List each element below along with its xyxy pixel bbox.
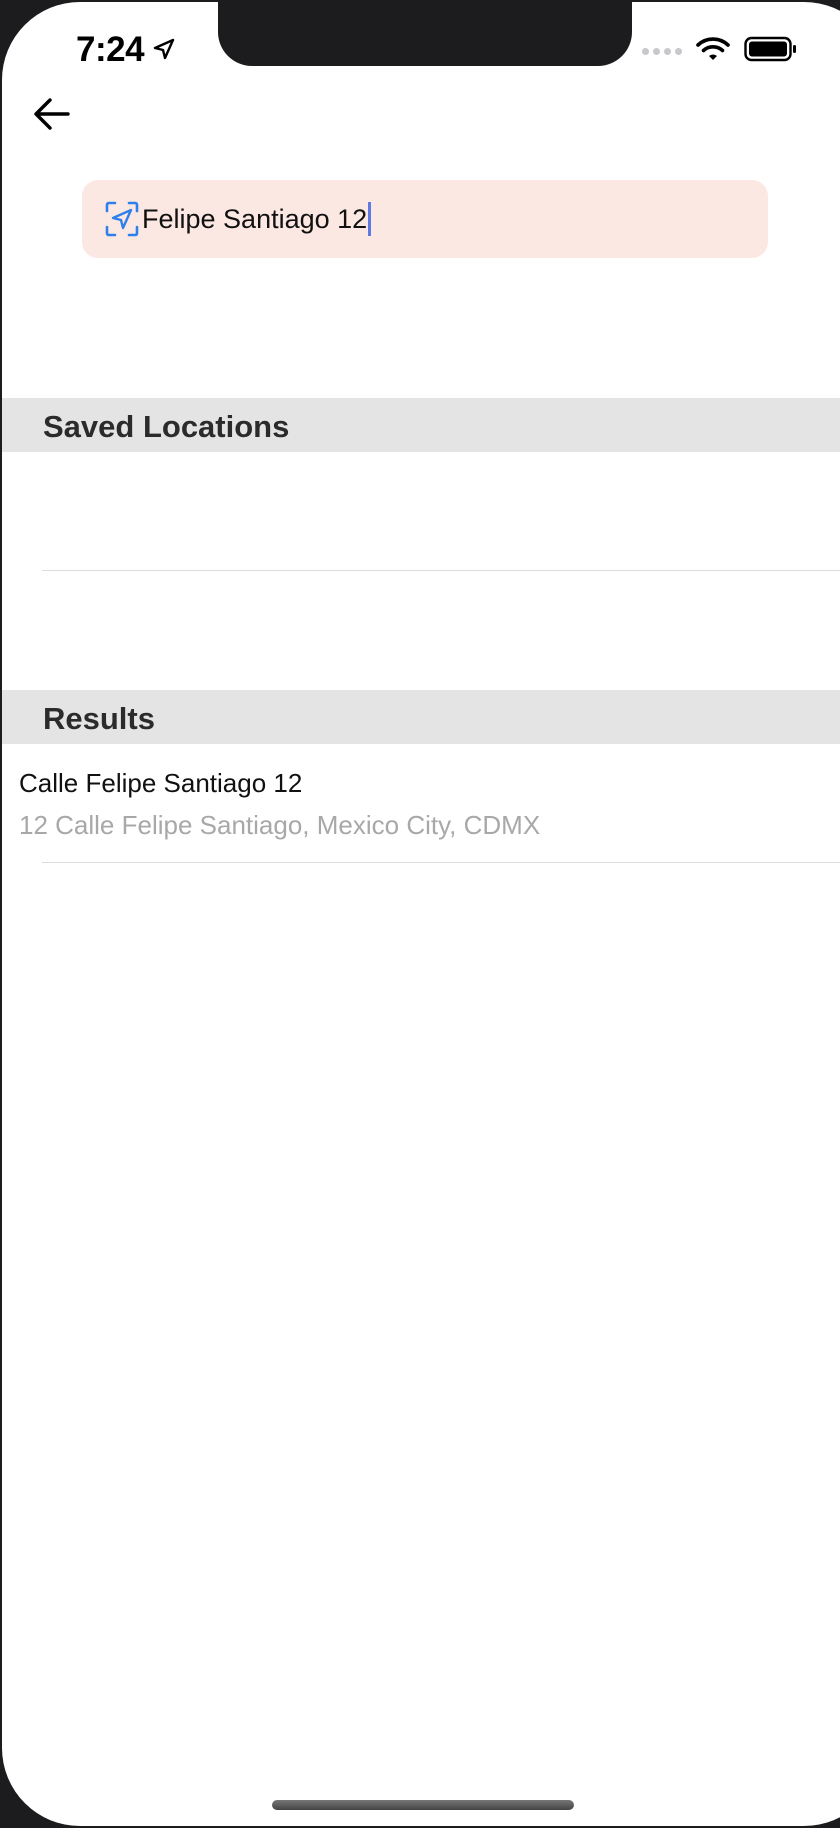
- status-bar-indicators: [642, 36, 798, 67]
- status-time-label: 7:24: [76, 30, 145, 69]
- results-title: Results: [43, 701, 155, 736]
- result-address: 12 Calle Felipe Santiago, Mexico City, C…: [19, 810, 541, 840]
- location-search-input[interactable]: Felipe Santiago 12: [82, 180, 768, 258]
- result-title: Calle Felipe Santiago 12: [19, 768, 303, 798]
- list-divider: [42, 570, 840, 571]
- saved-locations-title: Saved Locations: [43, 409, 290, 444]
- status-bar-time: 7:24: [76, 30, 176, 70]
- app-screen: 7:24 Felipe Santiago 12 Saved Locations …: [2, 2, 840, 1826]
- saved-locations-header: Saved Locations: [2, 398, 840, 452]
- result-list-item[interactable]: Calle Felipe Santiago 12 12 Calle Felipe…: [2, 746, 840, 864]
- home-indicator[interactable]: [272, 1800, 574, 1810]
- battery-icon: [744, 36, 798, 67]
- device-notch: [218, 2, 632, 66]
- location-target-icon[interactable]: [104, 201, 140, 237]
- device-frame: 7:24 Felipe Santiago 12 Saved Locations …: [0, 0, 840, 1828]
- list-divider: [42, 862, 840, 863]
- results-header: Results: [2, 690, 840, 744]
- location-arrow-icon: [152, 30, 176, 70]
- wifi-icon: [696, 36, 730, 67]
- text-caret: [368, 202, 372, 236]
- search-input-value[interactable]: Felipe Santiago 12: [142, 204, 367, 235]
- arrow-left-icon: [33, 97, 71, 136]
- back-button[interactable]: [30, 94, 74, 138]
- cellular-dots-icon: [642, 48, 682, 55]
